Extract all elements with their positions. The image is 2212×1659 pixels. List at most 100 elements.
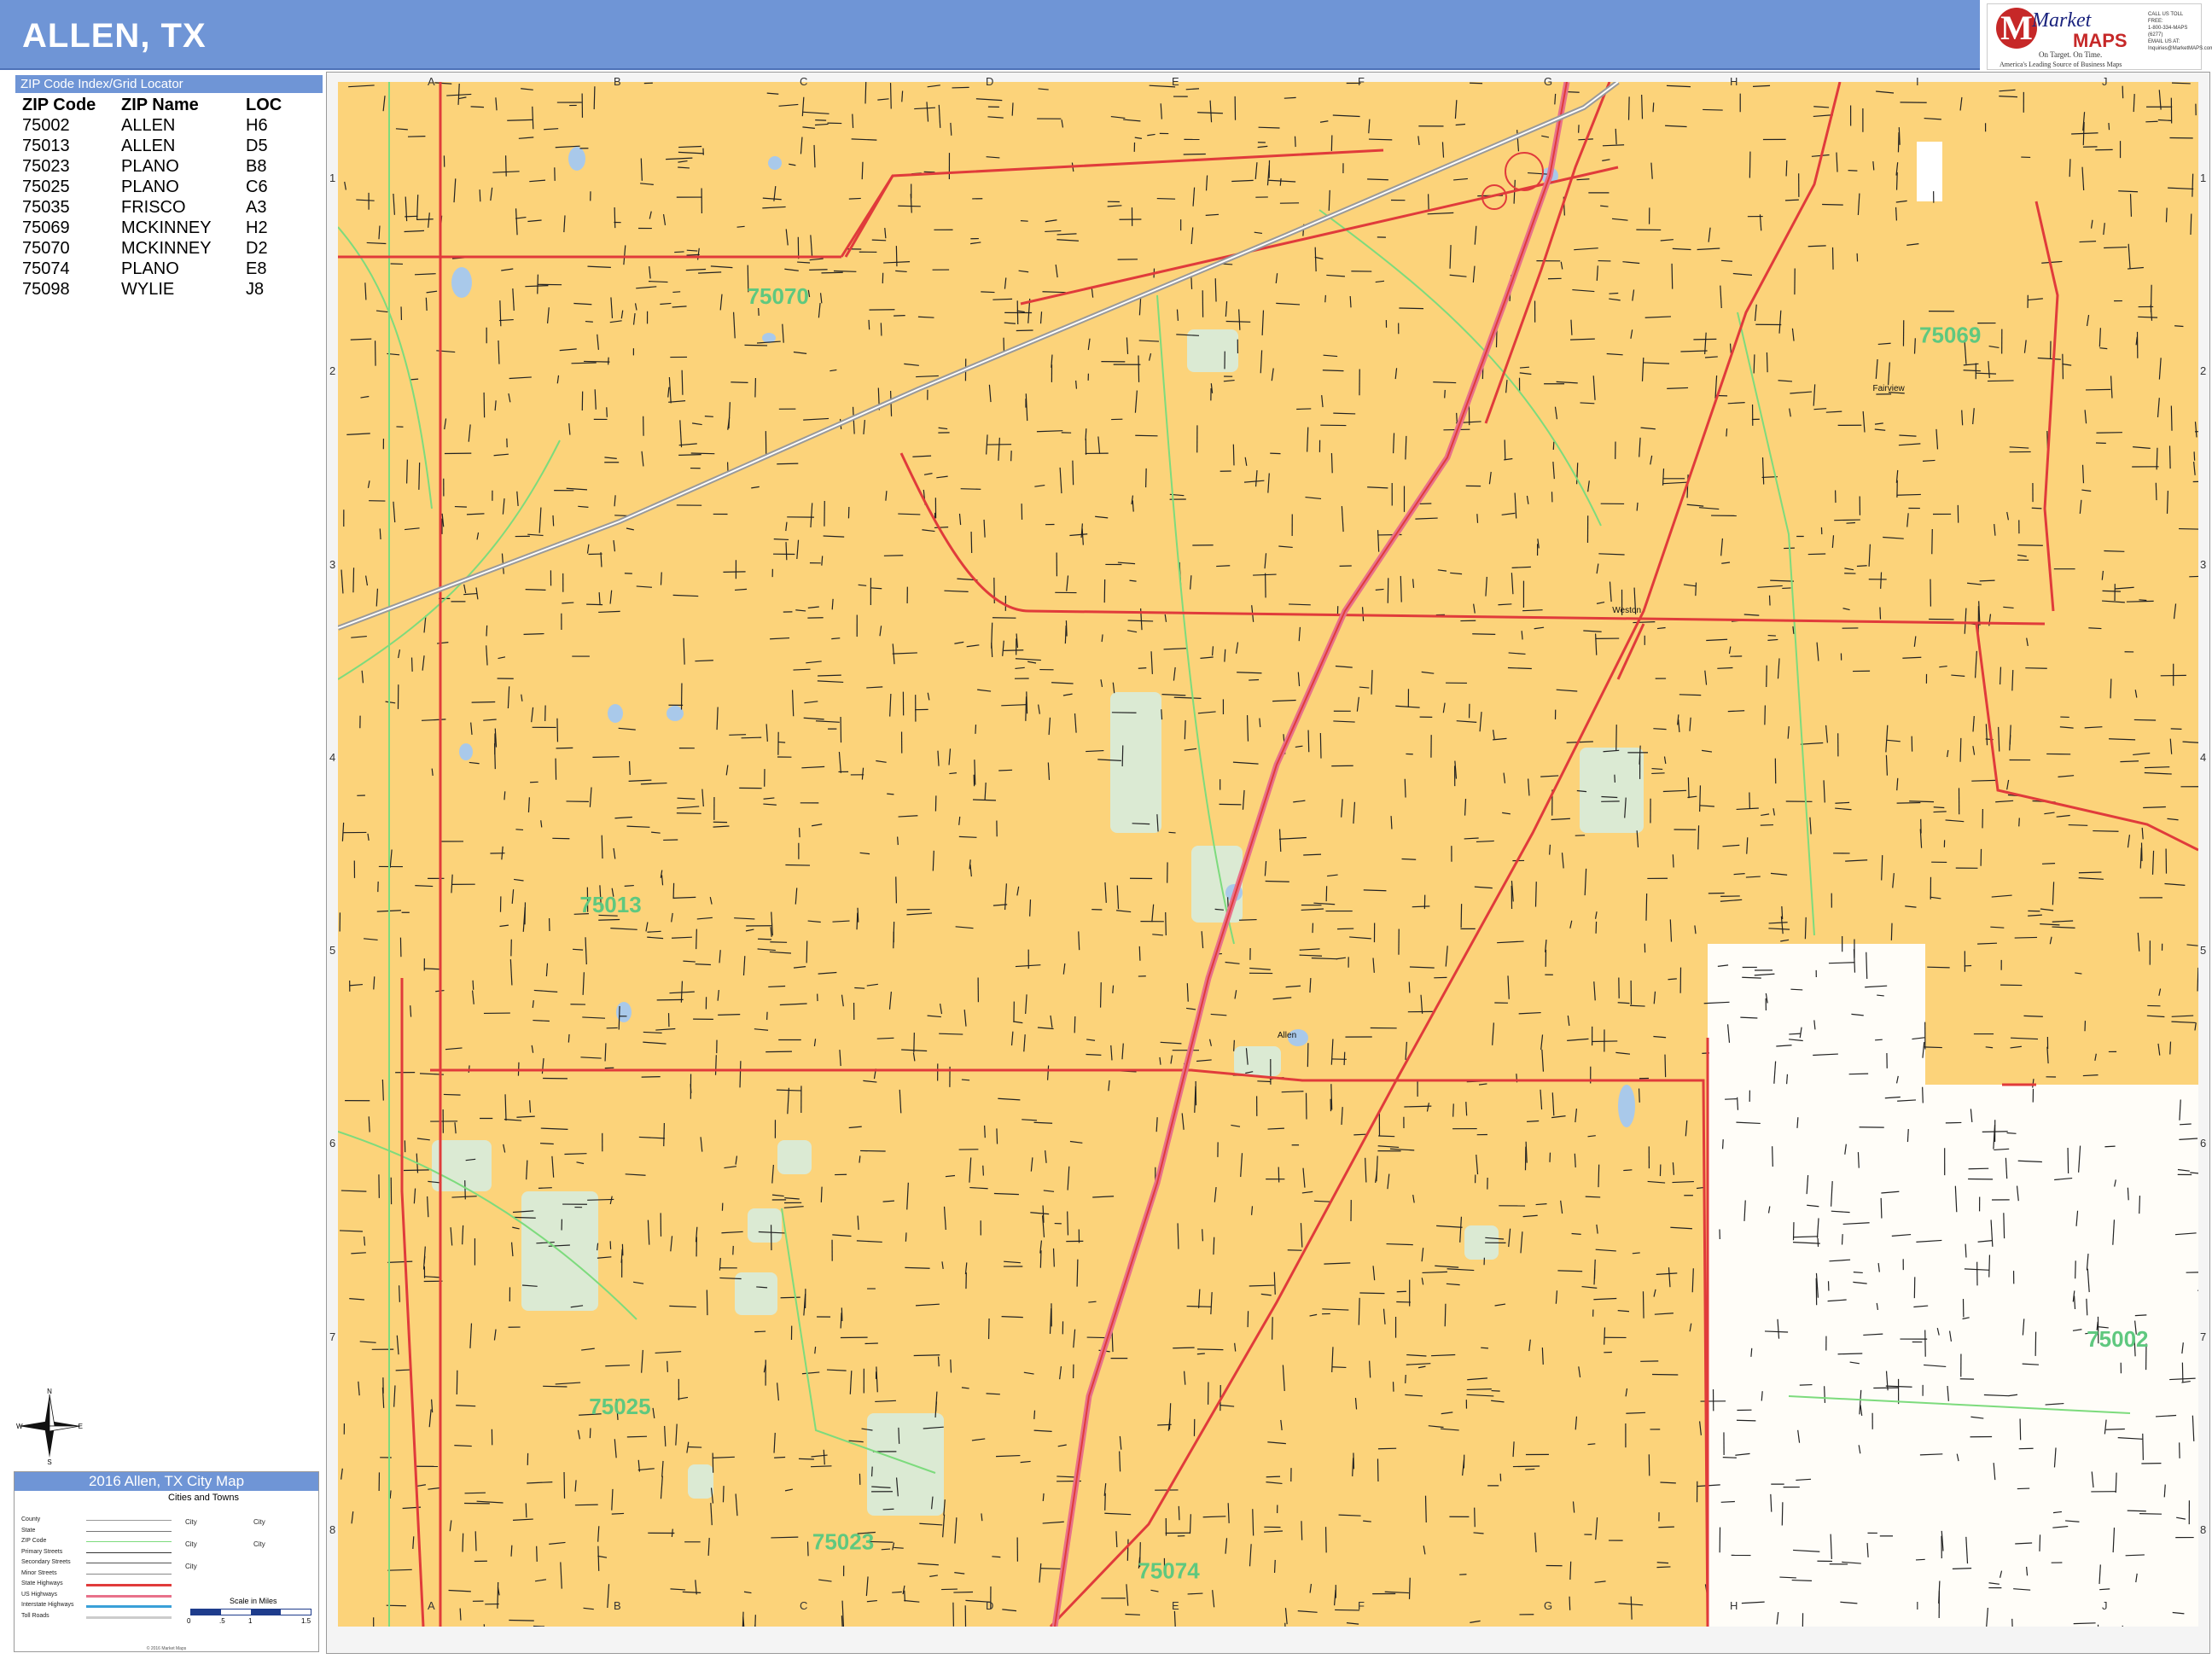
minor-street bbox=[723, 571, 746, 573]
minor-street bbox=[714, 1055, 717, 1075]
grid-column-label: D bbox=[986, 75, 994, 88]
minor-street bbox=[2145, 120, 2158, 123]
minor-street bbox=[1922, 1086, 1924, 1103]
minor-street bbox=[998, 769, 1013, 771]
minor-street bbox=[1332, 1366, 1347, 1369]
minor-street bbox=[1258, 126, 1280, 129]
compass-w: W bbox=[16, 1423, 23, 1430]
minor-street bbox=[1645, 894, 1648, 921]
minor-street bbox=[806, 940, 808, 963]
zip-index-row: 75002 ALLEN H6 bbox=[15, 115, 282, 136]
park-area bbox=[1580, 748, 1644, 833]
minor-street bbox=[2126, 600, 2154, 602]
minor-street bbox=[2139, 599, 2147, 602]
grid-row-label: 3 bbox=[2200, 557, 2207, 571]
minor-street bbox=[744, 344, 768, 346]
minor-street bbox=[483, 392, 486, 418]
minor-street bbox=[2169, 1041, 2172, 1055]
grid-column-label: E bbox=[1172, 75, 1179, 88]
grid-column-label: B bbox=[614, 75, 621, 88]
minor-street bbox=[564, 1153, 587, 1155]
minor-street bbox=[674, 251, 684, 253]
minor-street bbox=[731, 381, 748, 383]
minor-street bbox=[556, 718, 559, 742]
minor-street bbox=[1359, 1292, 1385, 1295]
minor-street bbox=[1671, 263, 1674, 289]
minor-street bbox=[1072, 460, 1074, 486]
minor-street bbox=[793, 668, 811, 671]
minor-street bbox=[2179, 527, 2198, 530]
minor-street bbox=[1307, 730, 1310, 753]
minor-street bbox=[681, 370, 684, 395]
minor-street bbox=[2122, 85, 2124, 99]
minor-street bbox=[1988, 1254, 1991, 1278]
zip-col-header: ZIP Name bbox=[121, 95, 199, 114]
minor-street bbox=[1552, 441, 1555, 451]
zip-index-cell: ALLEN bbox=[121, 115, 176, 135]
minor-street bbox=[1831, 247, 1834, 270]
scale-tick: .5 bbox=[219, 1617, 225, 1625]
grid-column-label: J bbox=[2102, 75, 2108, 88]
zip-index-rows: 75002 ALLEN H6 75013 ALLEN D5 75023 PLANO B8 7502… bbox=[15, 115, 282, 300]
minor-street bbox=[1753, 354, 1755, 374]
minor-street bbox=[1033, 1410, 1036, 1420]
minor-street bbox=[1890, 923, 1893, 940]
minor-street bbox=[686, 253, 700, 256]
legend-city-mark: City bbox=[185, 1540, 197, 1548]
park-area bbox=[688, 1464, 713, 1499]
minor-street bbox=[1853, 1272, 1863, 1274]
legend-line-swatch bbox=[86, 1615, 172, 1619]
minor-street bbox=[1668, 978, 1677, 981]
scale-tick: 0 bbox=[187, 1617, 191, 1625]
minor-street bbox=[736, 225, 745, 228]
zip-index-row: 75025 PLANO C6 bbox=[15, 177, 282, 197]
minor-street bbox=[1791, 1579, 1813, 1582]
grid-column-label: I bbox=[1916, 1599, 1919, 1612]
zip-index-table: ZIP Code ZIP Name LOC 75002 ALLEN H6 75013 A… bbox=[15, 95, 282, 300]
minor-street bbox=[416, 218, 434, 220]
market-maps-logo[interactable]: M Market MAPS On Target. On Time. Americ… bbox=[1987, 3, 2212, 70]
zip-index-cell: FRISCO bbox=[121, 197, 186, 217]
minor-street bbox=[543, 1385, 568, 1388]
minor-street bbox=[464, 1180, 466, 1200]
minor-street bbox=[729, 734, 747, 736]
minor-street bbox=[1466, 1388, 1492, 1391]
water-body bbox=[608, 704, 623, 723]
minor-street bbox=[695, 963, 711, 966]
minor-street bbox=[1656, 1566, 1671, 1569]
grid-column-label: C bbox=[800, 75, 808, 88]
legend-row-label: State bbox=[21, 1527, 36, 1534]
minor-street bbox=[1658, 1526, 1674, 1528]
minor-street bbox=[2180, 1123, 2192, 1126]
zip-index-cell: A3 bbox=[246, 197, 267, 217]
minor-street bbox=[937, 1356, 940, 1367]
logo-contact: CALL US TOLL FREE: 1-800-334-MAPS (6277)… bbox=[2148, 12, 2212, 51]
minor-street bbox=[1915, 1558, 1925, 1561]
minor-street bbox=[1569, 1596, 1571, 1610]
water-body bbox=[451, 267, 472, 298]
minor-street bbox=[895, 246, 898, 267]
minor-street bbox=[1266, 1476, 1281, 1478]
zip-index-cell: 75070 bbox=[22, 238, 70, 258]
minor-street bbox=[1367, 178, 1388, 181]
zip-index-cell: 75013 bbox=[22, 136, 70, 155]
minor-street bbox=[1074, 1016, 1076, 1033]
minor-street bbox=[953, 1591, 974, 1593]
grid-column-label: I bbox=[1916, 75, 1919, 88]
minor-street bbox=[2097, 1624, 2099, 1627]
minor-street bbox=[1512, 1465, 1540, 1468]
minor-street bbox=[1720, 1500, 1735, 1503]
park-area bbox=[777, 1140, 812, 1174]
city-map[interactable]: 75070 75069 75013 75025 75002 75023 75074 Allen… bbox=[338, 82, 2198, 1627]
minor-street bbox=[1319, 733, 1322, 759]
minor-street bbox=[1099, 982, 1102, 1008]
minor-street bbox=[1604, 1327, 1606, 1345]
minor-street bbox=[1697, 825, 1700, 850]
minor-street bbox=[589, 1428, 591, 1439]
minor-street bbox=[672, 291, 681, 294]
zip-index-cell: H2 bbox=[246, 218, 268, 237]
minor-street bbox=[1641, 94, 1644, 119]
logo-m-icon: M bbox=[1996, 8, 2037, 49]
grid-row-label: 1 bbox=[2200, 172, 2207, 185]
minor-street bbox=[741, 736, 762, 739]
